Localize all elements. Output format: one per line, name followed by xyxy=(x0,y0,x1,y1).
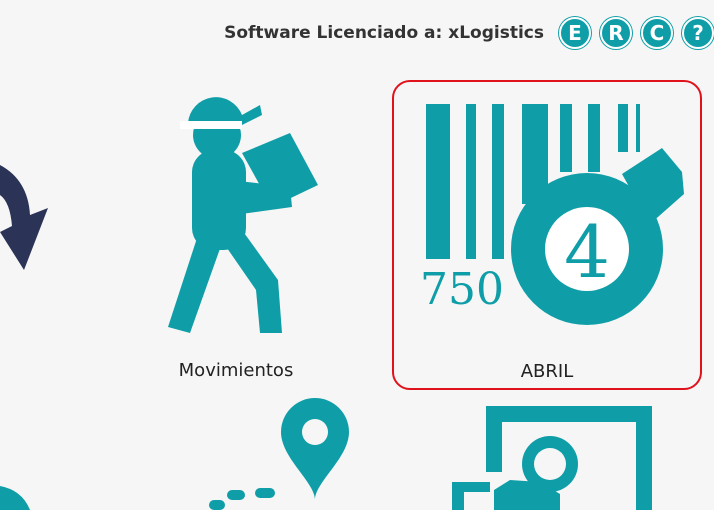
worker-carrying-box-icon xyxy=(168,97,318,333)
partial-arrow-icon[interactable] xyxy=(0,160,52,275)
r-button-label: R xyxy=(608,21,624,45)
tile-movimientos-label: Movimientos xyxy=(178,360,294,381)
route-map-pin-icon[interactable] xyxy=(205,396,355,510)
license-text: Software Licenciado a: xLogistics xyxy=(224,23,544,43)
e-button-label: E xyxy=(568,21,582,45)
barcode-tag-icon: 4 750 xyxy=(422,104,684,325)
partial-circle-icon[interactable] xyxy=(0,478,40,510)
help-button-label: ? xyxy=(692,21,704,45)
c-button[interactable]: C xyxy=(641,17,673,49)
r-button[interactable]: R xyxy=(600,17,632,49)
e-button[interactable]: E xyxy=(559,17,591,49)
app-window: Software Licenciado a: xLogistics E R C … xyxy=(0,0,714,510)
header-bar: Software Licenciado a: xLogistics E R C … xyxy=(224,15,714,51)
barcode-number-text: 750 xyxy=(422,264,504,315)
document-user-icon[interactable] xyxy=(450,402,660,510)
tile-abril[interactable]: 4 750 ABRIL xyxy=(392,80,702,390)
tile-movimientos[interactable]: Movimientos xyxy=(130,80,342,390)
tile-abril-label: ABRIL xyxy=(520,361,574,382)
c-button-label: C xyxy=(649,21,665,45)
tag-number-text: 4 xyxy=(564,210,610,294)
help-button[interactable]: ? xyxy=(682,17,714,49)
